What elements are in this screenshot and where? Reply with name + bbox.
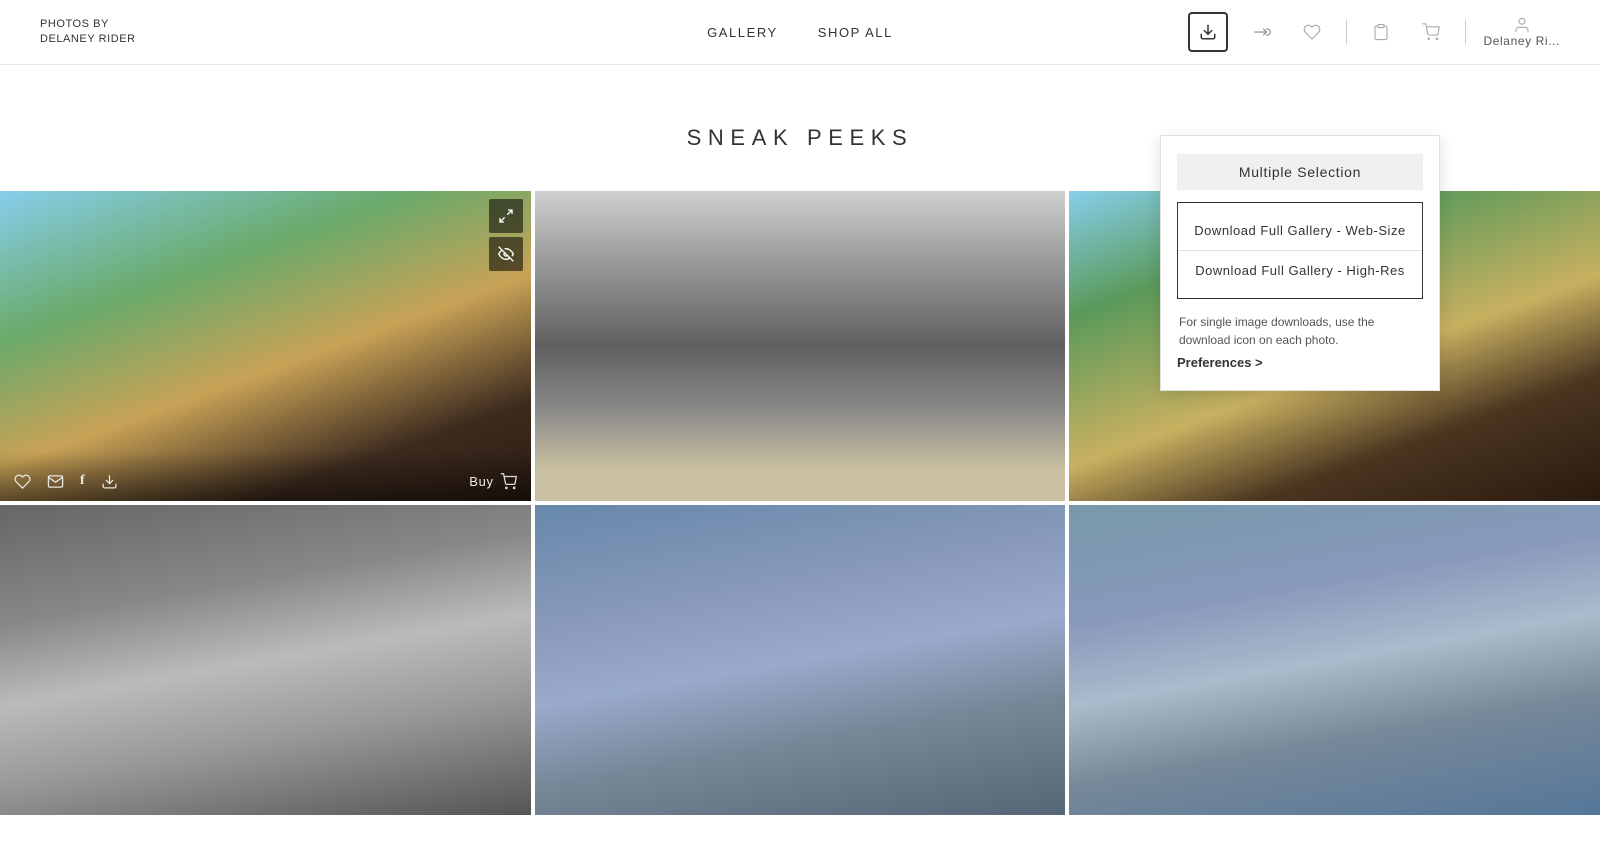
download-icon (1199, 23, 1217, 41)
expand-icon (498, 208, 514, 224)
clipboard-button[interactable] (1365, 16, 1397, 48)
main-content: SNEAK PEEKS (0, 65, 1600, 815)
cart-button[interactable] (1415, 16, 1447, 48)
cart-icon-1 (500, 473, 517, 490)
eye-off-icon (498, 246, 514, 262)
download-info-text: For single image downloads, use the down… (1177, 313, 1423, 349)
download-options-group: Download Full Gallery - Web-Size Downloa… (1177, 202, 1423, 299)
header-divider-2 (1465, 20, 1466, 44)
heart-button[interactable] (1296, 16, 1328, 48)
hide-button-1[interactable] (489, 237, 523, 271)
photo-cell-5[interactable] (535, 505, 1066, 815)
main-nav: GALLERY SHOP ALL (707, 25, 893, 40)
logo-line1: PHOTOS BY (40, 18, 109, 30)
cart-icon (1422, 23, 1440, 41)
heart-icon-1 (14, 473, 31, 490)
email-icon-1[interactable] (47, 471, 64, 491)
header-icons: Delaney Ri... (1188, 12, 1561, 52)
heart-icon (1303, 23, 1321, 41)
clipboard-icon (1372, 23, 1390, 41)
user-area[interactable]: Delaney Ri... (1484, 16, 1561, 48)
nav-gallery[interactable]: GALLERY (707, 25, 778, 40)
site-logo: PHOTOS BY DELANEY RIDER (40, 17, 136, 48)
download-highres-button[interactable]: Download Full Gallery - High-Res (1178, 251, 1422, 290)
download-photo-icon-1[interactable] (101, 471, 118, 491)
download-dropdown: Multiple Selection Download Full Gallery… (1160, 135, 1440, 391)
facebook-icon-1[interactable]: f (80, 473, 85, 489)
user-label: Delaney Ri... (1484, 34, 1561, 48)
download-web-button[interactable]: Download Full Gallery - Web-Size (1178, 211, 1422, 251)
share-button[interactable] (1246, 16, 1278, 48)
site-header: PHOTOS BY DELANEY RIDER GALLERY SHOP ALL (0, 0, 1600, 65)
photo-cell-1[interactable]: f Buy (0, 191, 531, 501)
dl-icon-1 (101, 473, 118, 490)
preferences-link[interactable]: Preferences > (1177, 355, 1263, 370)
expand-button-1[interactable] (489, 199, 523, 233)
buy-label-1: Buy (469, 474, 493, 489)
header-divider (1346, 20, 1347, 44)
photo-top-icons-1 (489, 199, 523, 271)
photo-cell-4[interactable] (0, 505, 531, 815)
photo-cell-2[interactable] (535, 191, 1066, 501)
photo-cell-6[interactable] (1069, 505, 1600, 815)
photo-bottom-bar-1: f Buy (0, 451, 531, 501)
like-icon-1[interactable] (14, 471, 31, 491)
buy-button-1[interactable]: Buy (469, 473, 516, 490)
user-icon (1513, 16, 1531, 34)
logo-line2: DELANEY RIDER (40, 33, 136, 45)
share-icon (1253, 23, 1271, 41)
multiple-selection-button[interactable]: Multiple Selection (1177, 154, 1423, 190)
download-button[interactable] (1188, 12, 1228, 52)
mail-icon-1 (47, 473, 64, 490)
nav-shop-all[interactable]: SHOP ALL (818, 25, 893, 40)
